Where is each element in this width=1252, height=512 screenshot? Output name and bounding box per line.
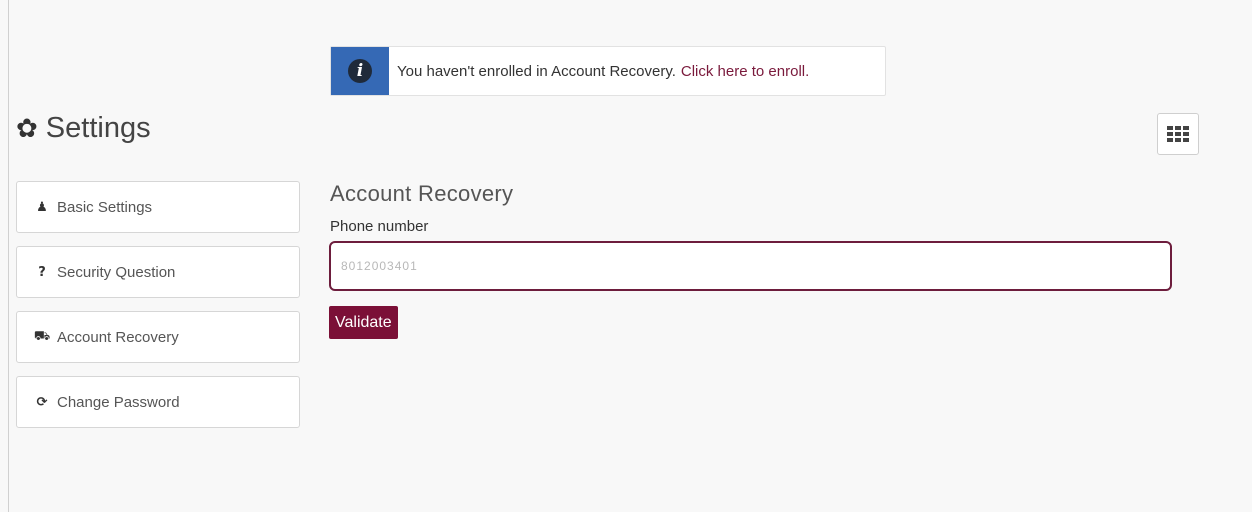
nav-item-label: Basic Settings [57,198,153,216]
nav-item-security-question[interactable]: ? Security Question [16,246,300,298]
page-title-label: Settings [45,112,151,144]
settings-nav: ♟ Basic Settings ? Security Question ⛟ A… [16,181,300,441]
nav-item-basic-settings[interactable]: ♟ Basic Settings [16,181,300,233]
section-title: Account Recovery [330,181,514,206]
page-title: ✿ Settings [16,112,151,145]
alert-text: You haven't enrolled in Account Recovery… [397,62,676,80]
ambulance-icon: ⛟ [33,328,51,344]
validate-button[interactable]: Validate [329,306,398,339]
nav-item-label: Change Password [57,393,180,411]
page-left-border [8,0,9,512]
nav-item-change-password[interactable]: ⟳ Change Password [16,376,300,428]
phone-number-input[interactable] [329,241,1172,291]
phone-number-label: Phone number [330,218,429,235]
enroll-link[interactable]: Click here to enroll. [681,63,809,80]
question-icon: ? [38,264,46,280]
apps-grid-button[interactable] [1157,113,1199,155]
alert-icon-box: i [331,47,389,95]
refresh-icon: ⟳ [36,394,48,410]
nav-item-label: Security Question [57,263,176,281]
info-icon: i [348,59,372,83]
nav-item-account-recovery[interactable]: ⛟ Account Recovery [16,311,300,363]
user-icon: ♟ [36,199,48,215]
alert-message: You haven't enrolled in Account Recovery… [389,47,809,95]
nav-item-label: Account Recovery [57,328,179,346]
grid-icon [1167,126,1189,142]
enrollment-alert: i You haven't enrolled in Account Recove… [330,46,886,96]
gear-icon: ✿ [16,113,38,144]
